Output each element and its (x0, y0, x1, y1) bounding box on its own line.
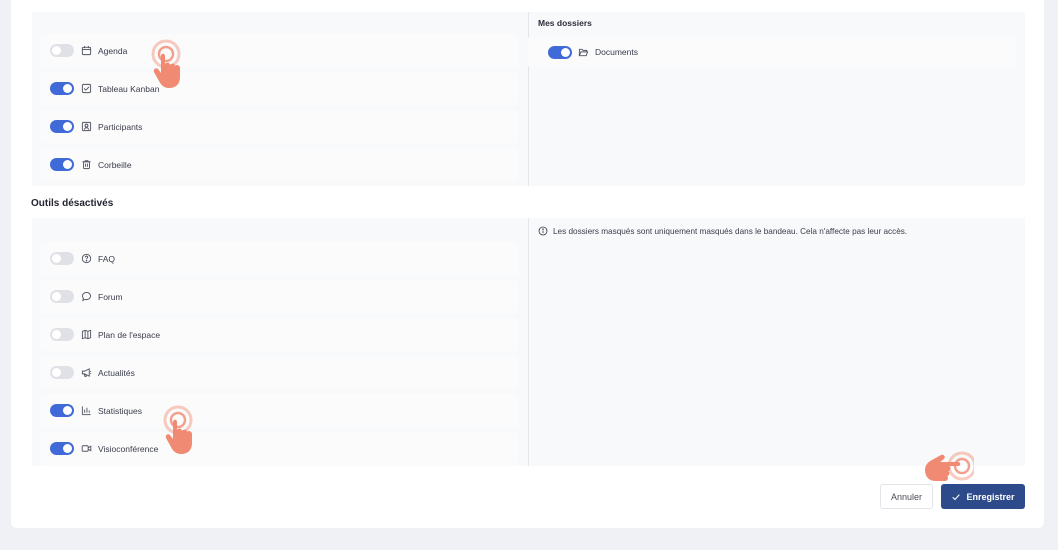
tool-row-plan[interactable]: Plan de l'espace (40, 318, 518, 351)
tool-row-statistiques[interactable]: Statistiques (40, 394, 518, 427)
contact-icon (81, 121, 92, 132)
tool-row-participants[interactable]: Participants (40, 110, 518, 143)
tool-label: FAQ (98, 253, 116, 264)
tool-label: Forum (98, 291, 123, 302)
toggle-visio[interactable] (50, 442, 74, 455)
chat-bubble-icon (81, 291, 92, 302)
panel-divider (528, 218, 529, 466)
tool-row-forum[interactable]: Forum (40, 280, 518, 313)
folder-label: Documents (595, 47, 638, 57)
tool-label: Plan de l'espace (98, 329, 161, 340)
folder-open-icon (578, 47, 589, 58)
toggle-participants[interactable] (50, 120, 74, 133)
toggle-agenda[interactable] (50, 44, 74, 57)
save-label: Enregistrer (966, 491, 1015, 502)
toggle-statistiques[interactable] (50, 404, 74, 417)
toggle-faq[interactable] (50, 252, 74, 265)
toggle-forum[interactable] (50, 290, 74, 303)
toggle-plan[interactable] (50, 328, 74, 341)
tool-row-visio[interactable]: Visioconférence (40, 432, 518, 465)
folders-title: Mes dossiers (538, 18, 592, 28)
megaphone-icon (81, 367, 92, 378)
tap-hand-icon (925, 451, 974, 481)
tool-label: Corbeille (98, 159, 132, 170)
map-icon (81, 329, 92, 340)
tool-label: Visioconférence (98, 443, 159, 454)
tool-label: Actualités (98, 367, 135, 378)
tool-row-kanban[interactable]: Tableau Kanban (40, 72, 518, 105)
check-icon (952, 493, 961, 500)
tool-row-corbeille[interactable]: Corbeille (40, 148, 518, 181)
disabled-section-title: Outils désactivés (31, 198, 114, 209)
toggle-documents[interactable] (548, 45, 572, 59)
info-text: Les dossiers masqués sont uniquement mas… (553, 226, 908, 236)
tool-row-faq[interactable]: FAQ (40, 242, 518, 275)
calendar-icon (81, 45, 92, 56)
toggle-corbeille[interactable] (50, 158, 74, 171)
tool-row-agenda[interactable]: Agenda (40, 34, 518, 67)
tap-hand-icon (151, 39, 181, 88)
help-circle-icon (81, 253, 92, 264)
bar-chart-icon (81, 405, 92, 416)
tap-hand-icon (163, 405, 193, 454)
toggle-kanban[interactable] (50, 82, 74, 95)
tool-label: Statistiques (98, 405, 142, 416)
folder-row-documents[interactable]: Documents (528, 36, 1016, 68)
folders-info-note: Les dossiers masqués sont uniquement mas… (538, 226, 907, 236)
video-icon (81, 443, 92, 454)
tool-label: Agenda (98, 45, 128, 56)
info-circle-icon (538, 226, 548, 236)
toggle-actualites[interactable] (50, 366, 74, 379)
tool-label: Participants (98, 121, 143, 132)
tool-row-actualites[interactable]: Actualités (40, 356, 518, 389)
cancel-label: Annuler (890, 491, 923, 502)
trash-icon (81, 159, 92, 170)
checkbox-icon (81, 83, 92, 94)
